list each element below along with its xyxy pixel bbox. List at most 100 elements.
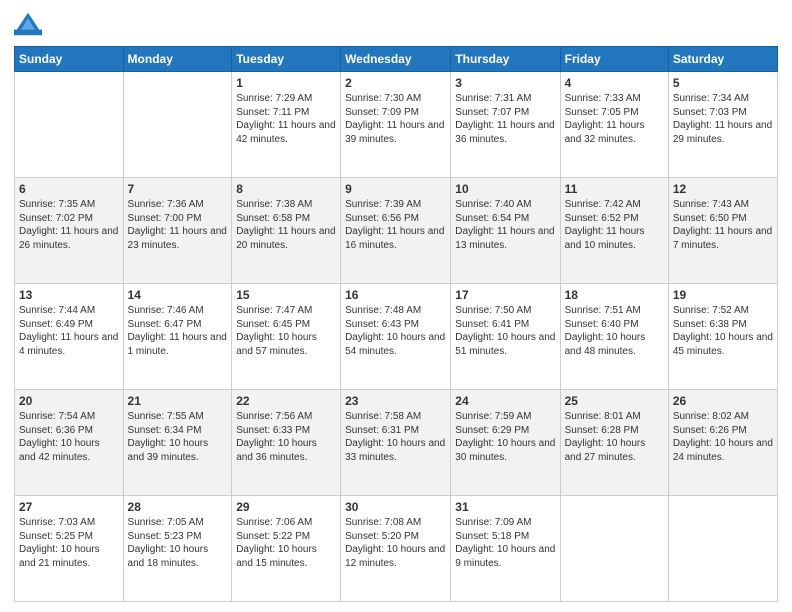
day-info: Sunrise: 7:54 AMSunset: 6:36 PMDaylight:…: [19, 410, 119, 464]
calendar-cell: 31Sunrise: 7:09 AMSunset: 5:18 PMDayligh…: [451, 496, 560, 602]
day-number: 17: [455, 287, 555, 303]
calendar-cell: 17Sunrise: 7:50 AMSunset: 6:41 PMDayligh…: [451, 284, 560, 390]
calendar-header-thursday: Thursday: [451, 47, 560, 72]
day-number: 12: [673, 181, 773, 197]
day-number: 20: [19, 393, 119, 409]
calendar-cell: 26Sunrise: 8:02 AMSunset: 6:26 PMDayligh…: [668, 390, 777, 496]
day-info: Sunrise: 7:36 AMSunset: 7:00 PMDaylight:…: [128, 198, 228, 252]
day-number: 1: [236, 75, 336, 91]
day-number: 15: [236, 287, 336, 303]
day-number: 16: [345, 287, 446, 303]
day-info: Sunrise: 8:02 AMSunset: 6:26 PMDaylight:…: [673, 410, 773, 464]
logo-icon: [14, 10, 42, 38]
calendar-cell: 16Sunrise: 7:48 AMSunset: 6:43 PMDayligh…: [341, 284, 451, 390]
calendar-cell: 14Sunrise: 7:46 AMSunset: 6:47 PMDayligh…: [123, 284, 232, 390]
calendar-cell: 12Sunrise: 7:43 AMSunset: 6:50 PMDayligh…: [668, 178, 777, 284]
day-info: Sunrise: 7:52 AMSunset: 6:38 PMDaylight:…: [673, 304, 773, 358]
day-number: 4: [565, 75, 664, 91]
calendar-header-wednesday: Wednesday: [341, 47, 451, 72]
day-info: Sunrise: 7:42 AMSunset: 6:52 PMDaylight:…: [565, 198, 664, 252]
calendar-cell: 8Sunrise: 7:38 AMSunset: 6:58 PMDaylight…: [232, 178, 341, 284]
calendar-cell: 28Sunrise: 7:05 AMSunset: 5:23 PMDayligh…: [123, 496, 232, 602]
calendar-table: SundayMondayTuesdayWednesdayThursdayFrid…: [14, 46, 778, 602]
calendar-header-sunday: Sunday: [15, 47, 124, 72]
calendar-cell: 21Sunrise: 7:55 AMSunset: 6:34 PMDayligh…: [123, 390, 232, 496]
day-info: Sunrise: 7:30 AMSunset: 7:09 PMDaylight:…: [345, 92, 446, 146]
day-number: 6: [19, 181, 119, 197]
calendar-cell: 27Sunrise: 7:03 AMSunset: 5:25 PMDayligh…: [15, 496, 124, 602]
day-info: Sunrise: 7:43 AMSunset: 6:50 PMDaylight:…: [673, 198, 773, 252]
calendar-header-friday: Friday: [560, 47, 668, 72]
day-number: 27: [19, 499, 119, 515]
day-number: 29: [236, 499, 336, 515]
day-info: Sunrise: 7:58 AMSunset: 6:31 PMDaylight:…: [345, 410, 446, 464]
calendar-cell: 10Sunrise: 7:40 AMSunset: 6:54 PMDayligh…: [451, 178, 560, 284]
day-info: Sunrise: 7:40 AMSunset: 6:54 PMDaylight:…: [455, 198, 555, 252]
day-number: 30: [345, 499, 446, 515]
day-info: Sunrise: 7:29 AMSunset: 7:11 PMDaylight:…: [236, 92, 336, 146]
day-info: Sunrise: 7:47 AMSunset: 6:45 PMDaylight:…: [236, 304, 336, 358]
calendar-cell: 1Sunrise: 7:29 AMSunset: 7:11 PMDaylight…: [232, 72, 341, 178]
day-number: 25: [565, 393, 664, 409]
day-number: 8: [236, 181, 336, 197]
day-info: Sunrise: 8:01 AMSunset: 6:28 PMDaylight:…: [565, 410, 664, 464]
calendar-week-4: 20Sunrise: 7:54 AMSunset: 6:36 PMDayligh…: [15, 390, 778, 496]
day-info: Sunrise: 7:33 AMSunset: 7:05 PMDaylight:…: [565, 92, 664, 146]
calendar-cell: 11Sunrise: 7:42 AMSunset: 6:52 PMDayligh…: [560, 178, 668, 284]
day-info: Sunrise: 7:06 AMSunset: 5:22 PMDaylight:…: [236, 516, 336, 570]
day-number: 10: [455, 181, 555, 197]
calendar-week-1: 1Sunrise: 7:29 AMSunset: 7:11 PMDaylight…: [15, 72, 778, 178]
calendar-cell: [15, 72, 124, 178]
day-info: Sunrise: 7:51 AMSunset: 6:40 PMDaylight:…: [565, 304, 664, 358]
calendar-cell: 13Sunrise: 7:44 AMSunset: 6:49 PMDayligh…: [15, 284, 124, 390]
day-number: 28: [128, 499, 228, 515]
calendar-header-saturday: Saturday: [668, 47, 777, 72]
day-info: Sunrise: 7:38 AMSunset: 6:58 PMDaylight:…: [236, 198, 336, 252]
calendar-cell: 3Sunrise: 7:31 AMSunset: 7:07 PMDaylight…: [451, 72, 560, 178]
day-info: Sunrise: 7:08 AMSunset: 5:20 PMDaylight:…: [345, 516, 446, 570]
day-number: 13: [19, 287, 119, 303]
day-number: 11: [565, 181, 664, 197]
calendar-header-monday: Monday: [123, 47, 232, 72]
calendar-week-2: 6Sunrise: 7:35 AMSunset: 7:02 PMDaylight…: [15, 178, 778, 284]
calendar-cell: 19Sunrise: 7:52 AMSunset: 6:38 PMDayligh…: [668, 284, 777, 390]
calendar-cell: 18Sunrise: 7:51 AMSunset: 6:40 PMDayligh…: [560, 284, 668, 390]
day-info: Sunrise: 7:44 AMSunset: 6:49 PMDaylight:…: [19, 304, 119, 358]
calendar-cell: [668, 496, 777, 602]
day-number: 9: [345, 181, 446, 197]
day-info: Sunrise: 7:46 AMSunset: 6:47 PMDaylight:…: [128, 304, 228, 358]
day-number: 2: [345, 75, 446, 91]
day-number: 22: [236, 393, 336, 409]
day-info: Sunrise: 7:56 AMSunset: 6:33 PMDaylight:…: [236, 410, 336, 464]
day-number: 21: [128, 393, 228, 409]
calendar-cell: 30Sunrise: 7:08 AMSunset: 5:20 PMDayligh…: [341, 496, 451, 602]
calendar-cell: 6Sunrise: 7:35 AMSunset: 7:02 PMDaylight…: [15, 178, 124, 284]
day-info: Sunrise: 7:05 AMSunset: 5:23 PMDaylight:…: [128, 516, 228, 570]
calendar-cell: [560, 496, 668, 602]
day-info: Sunrise: 7:48 AMSunset: 6:43 PMDaylight:…: [345, 304, 446, 358]
calendar-cell: 29Sunrise: 7:06 AMSunset: 5:22 PMDayligh…: [232, 496, 341, 602]
day-number: 3: [455, 75, 555, 91]
day-number: 31: [455, 499, 555, 515]
day-number: 19: [673, 287, 773, 303]
calendar-cell: 7Sunrise: 7:36 AMSunset: 7:00 PMDaylight…: [123, 178, 232, 284]
calendar-cell: 5Sunrise: 7:34 AMSunset: 7:03 PMDaylight…: [668, 72, 777, 178]
calendar-cell: 20Sunrise: 7:54 AMSunset: 6:36 PMDayligh…: [15, 390, 124, 496]
day-info: Sunrise: 7:59 AMSunset: 6:29 PMDaylight:…: [455, 410, 555, 464]
day-number: 23: [345, 393, 446, 409]
day-info: Sunrise: 7:39 AMSunset: 6:56 PMDaylight:…: [345, 198, 446, 252]
calendar-cell: 2Sunrise: 7:30 AMSunset: 7:09 PMDaylight…: [341, 72, 451, 178]
day-number: 24: [455, 393, 555, 409]
day-number: 7: [128, 181, 228, 197]
calendar-cell: 15Sunrise: 7:47 AMSunset: 6:45 PMDayligh…: [232, 284, 341, 390]
day-info: Sunrise: 7:55 AMSunset: 6:34 PMDaylight:…: [128, 410, 228, 464]
day-number: 14: [128, 287, 228, 303]
calendar-cell: 24Sunrise: 7:59 AMSunset: 6:29 PMDayligh…: [451, 390, 560, 496]
day-info: Sunrise: 7:09 AMSunset: 5:18 PMDaylight:…: [455, 516, 555, 570]
day-number: 18: [565, 287, 664, 303]
calendar-cell: 23Sunrise: 7:58 AMSunset: 6:31 PMDayligh…: [341, 390, 451, 496]
calendar-week-3: 13Sunrise: 7:44 AMSunset: 6:49 PMDayligh…: [15, 284, 778, 390]
logo: [14, 10, 46, 38]
header: [14, 10, 778, 38]
calendar-cell: 4Sunrise: 7:33 AMSunset: 7:05 PMDaylight…: [560, 72, 668, 178]
